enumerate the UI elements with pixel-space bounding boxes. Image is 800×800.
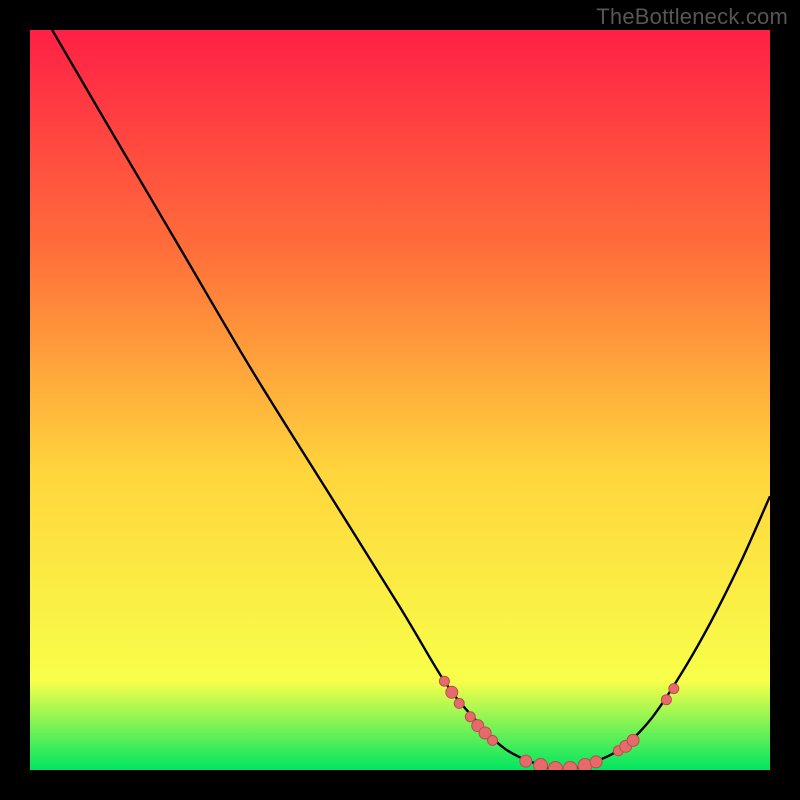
chart-frame: TheBottleneck.com <box>0 0 800 800</box>
data-marker <box>534 759 548 770</box>
data-marker <box>465 712 475 722</box>
data-marker <box>454 698 464 708</box>
data-marker <box>661 695 671 705</box>
plot-area <box>30 30 770 770</box>
data-marker <box>669 684 679 694</box>
data-marker <box>627 734 639 746</box>
gradient-background <box>30 30 770 770</box>
data-marker <box>439 676 449 686</box>
chart-svg <box>30 30 770 770</box>
data-marker <box>488 735 498 745</box>
data-marker <box>590 756 602 768</box>
watermark-text: TheBottleneck.com <box>596 4 788 30</box>
data-marker <box>446 686 458 698</box>
data-marker <box>520 755 532 767</box>
